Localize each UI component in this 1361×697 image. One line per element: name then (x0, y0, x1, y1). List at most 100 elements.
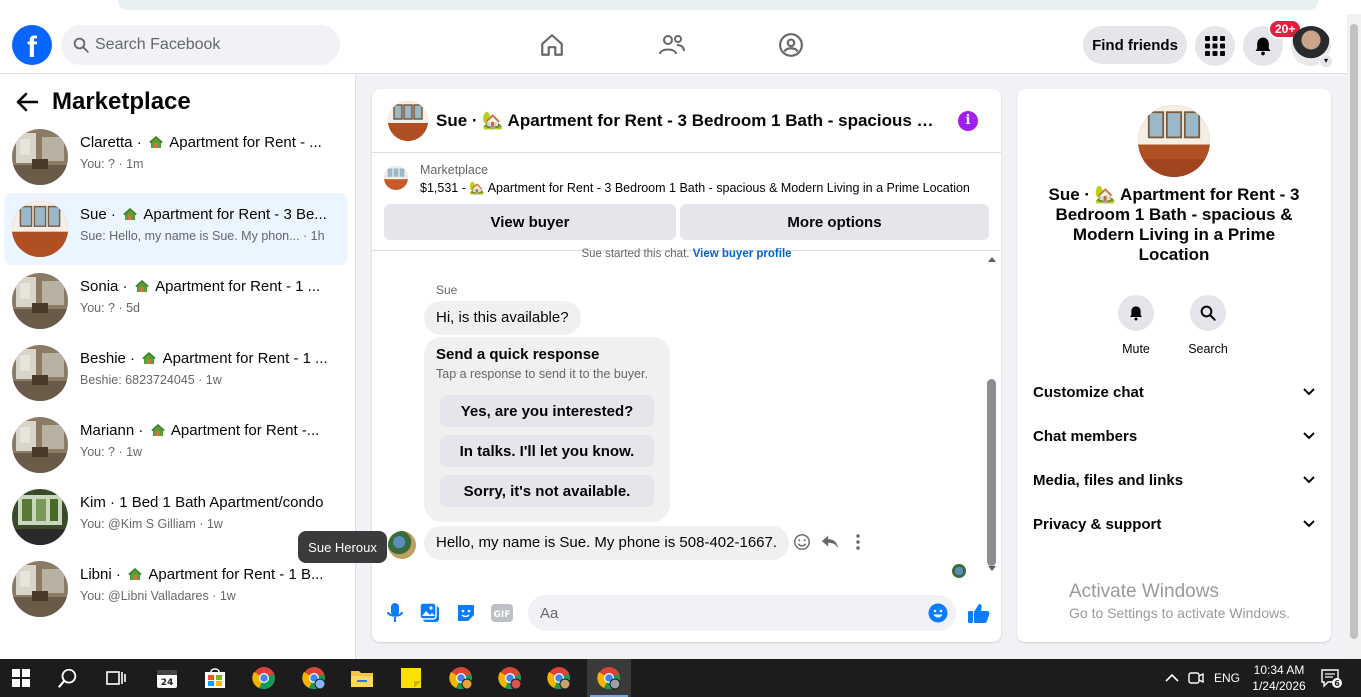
home-icon[interactable] (537, 30, 567, 60)
search-input[interactable] (95, 25, 335, 65)
conversation-item-libni[interactable]: Libni · Apartment for Rent - 1 B... You: … (4, 553, 348, 625)
conversation-item-kim[interactable]: Kim · 1 Bed 1 Bath Apartment/condo You: @… (4, 481, 348, 553)
conversation-thumbnail (12, 345, 68, 401)
search-action[interactable]: Search (1178, 295, 1238, 356)
store-app-icon[interactable] (202, 665, 228, 691)
chrome-profile-icon-2[interactable] (448, 665, 474, 691)
profile-avatar[interactable]: ▾ (1291, 26, 1333, 68)
house-emoji-icon (128, 568, 143, 580)
chrome-profile-icon[interactable] (301, 665, 327, 691)
microphone-icon[interactable] (384, 602, 406, 624)
more-vertical-icon[interactable] (848, 532, 868, 552)
conversation-thumbnail (12, 201, 68, 257)
more-options-button[interactable]: More options (680, 204, 989, 240)
quick-response-subtitle: Tap a response to send it to the buyer. (436, 367, 648, 381)
sticker-icon[interactable] (455, 602, 477, 624)
conversation-name: Claretta (80, 134, 133, 151)
file-explorer-icon[interactable] (349, 665, 375, 691)
chrome-profile-icon-4[interactable] (546, 665, 572, 691)
sender-name: Sue (436, 283, 458, 297)
conversation-item-claretta[interactable]: Claretta · Apartment for Rent - ... You: … (4, 121, 348, 193)
friends-icon[interactable] (657, 30, 687, 60)
page-scrollbar[interactable] (1347, 14, 1361, 659)
message-bubble[interactable]: Hi, is this available? (424, 301, 581, 335)
chat-scroll-thumb[interactable] (987, 379, 996, 566)
conversation-preview: You: @Libni Valladares · 1w (80, 589, 236, 603)
windows-taskbar: 24 ENG 10:34 AM 1/24/2026 6 (0, 659, 1361, 697)
bell-icon (1255, 37, 1271, 56)
groups-icon[interactable] (776, 30, 806, 60)
chat-listing-thumbnail[interactable] (388, 101, 428, 141)
menu-grid-button[interactable] (1195, 26, 1235, 66)
gif-icon[interactable]: GIF (491, 602, 513, 624)
message-input-box[interactable] (528, 595, 956, 631)
back-arrow-icon[interactable] (16, 90, 40, 114)
chat-header: Sue · 🏡 Apartment for Rent - 3 Bedroom 1… (372, 89, 1001, 153)
quick-response-yes-button[interactable]: Yes, are you interested? (440, 395, 654, 427)
chevron-down-icon (1303, 388, 1315, 396)
media-files-links-row[interactable]: Media, files and links (1033, 468, 1315, 492)
mute-button[interactable] (1118, 295, 1154, 331)
facebook-logo[interactable]: f (12, 25, 52, 65)
conversation-item-beshie[interactable]: Beshie · Apartment for Rent - 1 ... Beshi… (4, 337, 348, 409)
show-hidden-icons[interactable] (1165, 659, 1179, 697)
react-emoji-icon[interactable] (792, 532, 812, 552)
search-icon (73, 37, 89, 53)
chat-panel: Sue · 🏡 Apartment for Rent - 3 Bedroom 1… (372, 89, 1001, 642)
listing-thumbnail[interactable] (384, 166, 408, 190)
message-bubble[interactable]: Hello, my name is Sue. My phone is 508-4… (424, 526, 790, 560)
view-buyer-button[interactable]: View buyer (384, 204, 676, 240)
find-friends-button[interactable]: Find friends (1083, 26, 1187, 64)
info-icon[interactable]: i (958, 111, 978, 131)
view-buyer-profile-link[interactable]: View buyer profile (693, 248, 792, 260)
details-listing-thumbnail[interactable] (1138, 105, 1210, 177)
conversation-listing: Apartment for Rent - 1 ... (155, 278, 321, 295)
conversation-title: Libni · Apartment for Rent - 1 B... (80, 566, 324, 583)
emoji-icon[interactable] (928, 603, 948, 623)
conversation-item-mariann[interactable]: Mariann · Apartment for Rent -... You: ? … (4, 409, 348, 481)
listing-source: Marketplace (420, 163, 489, 177)
meet-now-icon[interactable] (1188, 659, 1204, 697)
search-box[interactable] (61, 25, 340, 65)
sticky-notes-icon[interactable] (398, 665, 424, 691)
conversation-listing: Apartment for Rent - ... (169, 134, 322, 151)
conversation-listing: 1 Bed 1 Bath Apartment/condo (119, 494, 324, 511)
mute-label: Mute (1122, 342, 1150, 356)
mute-action[interactable]: Mute (1106, 295, 1166, 356)
sender-avatar[interactable] (388, 531, 416, 559)
address-bar[interactable] (118, 0, 1318, 10)
search-icon (1200, 305, 1216, 321)
windows-start-icon[interactable] (8, 665, 34, 691)
message-input[interactable] (540, 595, 920, 631)
taskbar-clock[interactable]: 10:34 AM 1/24/2026 (1248, 662, 1310, 694)
marketplace-sidebar: Marketplace Claretta · Apartment for Ren… (0, 74, 356, 659)
conversation-listing: Apartment for Rent -... (170, 422, 320, 439)
chrome-profile-icon-3[interactable] (497, 665, 523, 691)
search-chat-button[interactable] (1190, 295, 1226, 331)
thumbs-up-icon[interactable] (968, 602, 990, 624)
chat-members-row[interactable]: Chat members (1033, 424, 1315, 448)
conversation-name: Sue (80, 206, 107, 223)
photo-icon[interactable] (419, 602, 441, 624)
task-view-icon[interactable] (103, 665, 129, 691)
page-scroll-thumb[interactable] (1350, 24, 1358, 639)
row-label: Media, files and links (1033, 471, 1184, 489)
chrome-profile-icon-active[interactable] (596, 665, 622, 691)
calendar-app-icon[interactable]: 24 (154, 665, 180, 691)
house-emoji-icon (142, 352, 157, 364)
notification-center-icon[interactable]: 6 (1320, 659, 1342, 697)
customize-chat-row[interactable]: Customize chat (1033, 380, 1315, 404)
conversation-title: Beshie · Apartment for Rent - 1 ... (80, 350, 328, 367)
quick-response-in-talks-button[interactable]: In talks. I'll let you know. (440, 435, 654, 467)
reply-icon[interactable] (820, 532, 840, 552)
conversation-item-sonia[interactable]: Sonia · Apartment for Rent - 1 ... You: ?… (4, 265, 348, 337)
privacy-support-row[interactable]: Privacy & support (1033, 512, 1315, 536)
taskbar-search-icon[interactable] (55, 665, 81, 691)
quick-response-box: Send a quick response Tap a response to … (424, 337, 670, 522)
conversation-item-sue[interactable]: Sue · Apartment for Rent - 3 Be... Sue: H… (4, 193, 348, 265)
chrome-icon[interactable] (251, 665, 277, 691)
quick-response-not-available-button[interactable]: Sorry, it's not available. (440, 475, 654, 507)
language-indicator[interactable]: ENG (1214, 659, 1240, 697)
quick-response-title: Send a quick response (436, 346, 600, 363)
listing-price-title[interactable]: $1,531 - 🏡 Apartment for Rent - 3 Bedroo… (420, 181, 992, 196)
